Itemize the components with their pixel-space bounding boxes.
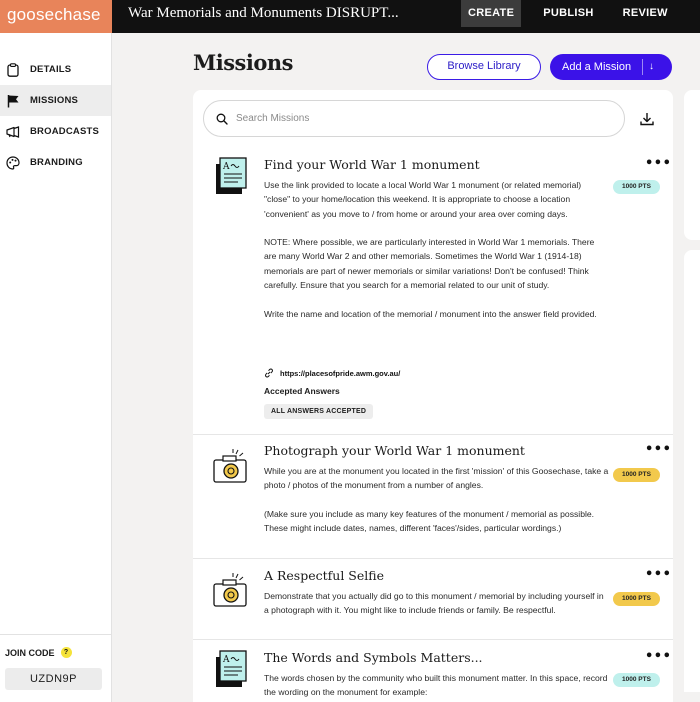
mission-title: Find your World War 1 monument <box>264 157 480 172</box>
more-options-icon[interactable]: ••• <box>645 157 671 170</box>
missions-panel: A Find your World War 1 monument ••• 100… <box>193 90 673 702</box>
search-input[interactable] <box>236 113 596 124</box>
download-icon[interactable] <box>639 111 655 127</box>
description-paragraph: The words chosen by the community who bu… <box>264 673 608 698</box>
svg-text:A: A <box>222 655 230 665</box>
flag-icon <box>6 94 20 108</box>
mission-card[interactable]: Photograph your World War 1 monument •••… <box>193 435 673 559</box>
mission-card[interactable]: A Respectful Selfie ••• 1000 PTS Demonst… <box>193 559 673 640</box>
sidebar-item-label: MISSIONS <box>30 95 79 106</box>
more-options-icon[interactable]: ••• <box>645 568 671 581</box>
sidebar-item-label: DETAILS <box>30 64 72 75</box>
mission-card[interactable]: A Find your World War 1 monument ••• 100… <box>193 147 673 435</box>
side-card <box>684 90 700 240</box>
join-code-label: JOIN CODE ? <box>5 647 106 658</box>
points-badge: 1000 PTS <box>613 673 660 687</box>
sidebar: DETAILS MISSIONS BROADCASTS BRANDING JOI… <box>0 33 112 702</box>
camera-mission-icon <box>210 571 250 611</box>
mission-title: Photograph your World War 1 monument <box>264 443 525 458</box>
join-code-value[interactable]: UZDN9P <box>5 668 102 690</box>
text-mission-icon: A <box>210 155 250 195</box>
accepted-answers-heading: Accepted Answers <box>264 386 340 396</box>
points-badge: 1000 PTS <box>613 592 660 606</box>
sidebar-item-broadcasts[interactable]: BROADCASTS <box>0 116 111 147</box>
camera-mission-icon <box>210 447 250 487</box>
button-divider <box>642 59 643 75</box>
mission-title: A Respectful Selfie <box>264 568 384 583</box>
browse-library-button[interactable]: Browse Library <box>427 54 541 80</box>
page-title: Missions <box>193 50 293 75</box>
accepted-answers-chip: ALL ANSWERS ACCEPTED <box>264 404 374 419</box>
megaphone-icon <box>6 125 20 139</box>
sidebar-item-label: BRANDING <box>30 157 83 168</box>
join-code-label-text: JOIN CODE <box>5 647 55 658</box>
mission-card[interactable]: A The Words and Symbols Matters... ••• 1… <box>193 640 673 702</box>
search-bar <box>203 100 625 137</box>
sidebar-item-details[interactable]: DETAILS <box>0 54 111 85</box>
mission-title: The Words and Symbols Matters... <box>264 650 483 665</box>
text-mission-icon: A <box>210 648 250 688</box>
svg-text:A: A <box>222 162 230 172</box>
palette-icon <box>6 155 20 170</box>
clipboard-icon <box>6 62 20 77</box>
sidebar-item-label: BROADCASTS <box>30 126 100 137</box>
points-badge: 1000 PTS <box>613 180 660 194</box>
add-mission-label: Add a Mission <box>562 61 632 73</box>
link-url: https://placesofpride.awm.gov.au/ <box>280 368 401 378</box>
help-icon[interactable]: ? <box>60 647 72 658</box>
game-title: War Memorials and Monuments DISRUPT... <box>128 5 399 21</box>
mission-description: The words chosen by the community who bu… <box>264 671 609 700</box>
goosechase-logo[interactable]: goosechase <box>0 0 112 33</box>
sidebar-item-branding[interactable]: BRANDING <box>0 147 111 178</box>
points-badge: 1000 PTS <box>613 468 660 482</box>
add-mission-button[interactable]: Add a Mission ↓ <box>550 54 672 80</box>
join-code-section: JOIN CODE ? UZDN9P <box>0 634 111 702</box>
tab-publish[interactable]: PUBLISH <box>536 0 600 27</box>
mission-link[interactable]: https://placesofpride.awm.gov.au/ <box>264 368 400 378</box>
more-options-icon[interactable]: ••• <box>645 650 671 663</box>
top-bar: goosechase War Memorials and Monuments D… <box>0 0 700 33</box>
search-icon <box>216 113 228 125</box>
description-paragraph: Demonstrate that you actually did go to … <box>264 591 604 616</box>
description-paragraph: (Make sure you include as many key featu… <box>264 508 595 534</box>
description-paragraph: While you are at the monument you locate… <box>264 466 609 491</box>
right-panel-peek <box>684 90 700 702</box>
description-paragraph: Write the name and location of the memor… <box>264 308 597 319</box>
tab-create[interactable]: CREATE <box>461 0 522 27</box>
top-nav: CREATE PUBLISH REVIEW <box>461 0 690 33</box>
sidebar-item-missions[interactable]: MISSIONS <box>0 85 111 116</box>
description-paragraph: Use the link provided to locate a local … <box>264 180 582 219</box>
more-options-icon[interactable]: ••• <box>645 443 671 456</box>
mission-description: Use the link provided to locate a local … <box>264 178 609 321</box>
side-card <box>684 250 700 692</box>
description-paragraph: NOTE: Where possible, we are particularl… <box>264 237 595 291</box>
mission-description: While you are at the monument you locate… <box>264 464 609 535</box>
mission-description: Demonstrate that you actually did go to … <box>264 589 609 618</box>
tab-review[interactable]: REVIEW <box>616 0 675 27</box>
link-icon <box>264 368 274 378</box>
chevron-down-icon[interactable]: ↓ <box>649 54 654 80</box>
